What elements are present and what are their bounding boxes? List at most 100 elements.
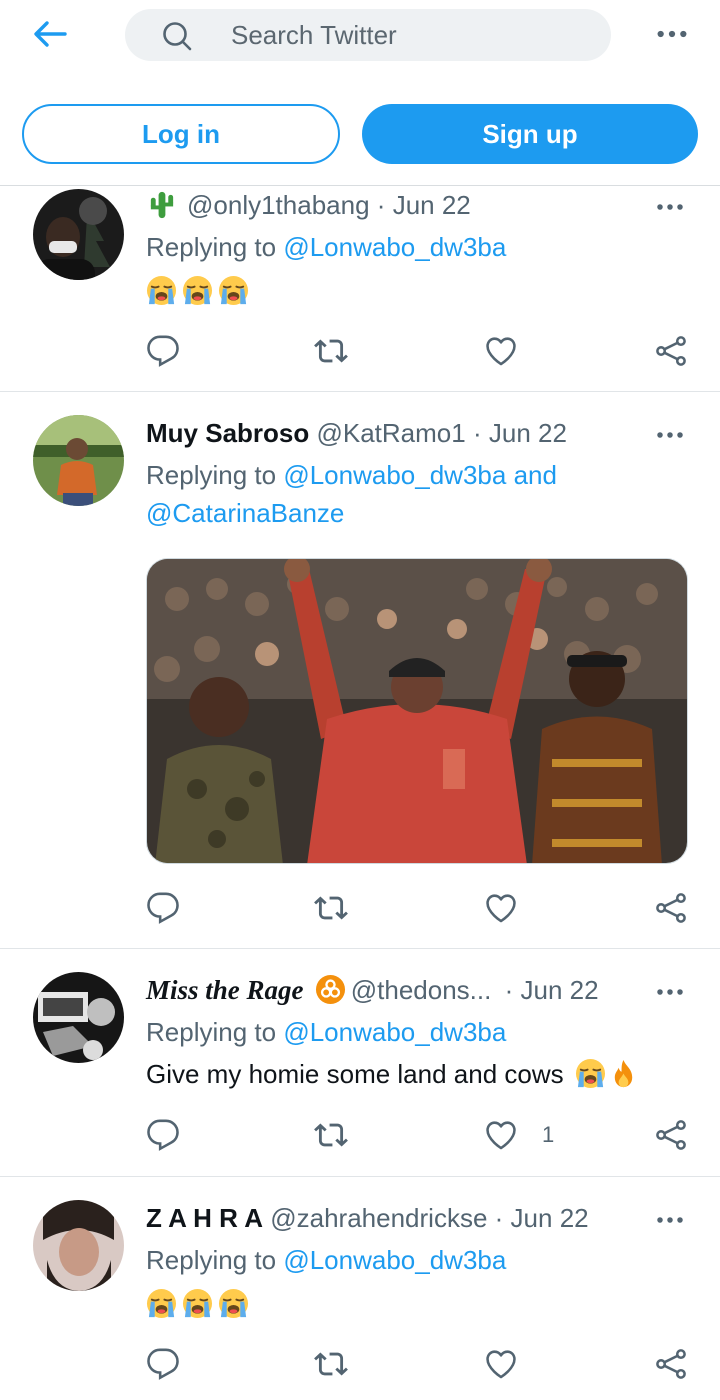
tweet-more-button[interactable] (650, 194, 690, 220)
share-icon (654, 334, 688, 368)
reply-button[interactable] (146, 1115, 180, 1155)
signup-button[interactable]: Sign up (362, 104, 698, 164)
replying-to: Replying to @Lonwabo_dw3ba (146, 230, 506, 264)
arrow-left-icon (34, 21, 67, 47)
tweet[interactable]: Z A H R A @zahrahendrickse · Jun 22 Repl… (0, 1177, 720, 1400)
retweet-icon (314, 334, 348, 368)
tweet-body: Give my homie some land and cows (146, 1059, 564, 1089)
loudly-crying-face-icon (182, 275, 213, 306)
handle[interactable]: @zahrahendrickse (270, 1203, 487, 1233)
avatar[interactable] (33, 415, 124, 506)
mention-link[interactable]: @CatarinaBanze (146, 498, 344, 528)
fire-icon (608, 1058, 639, 1089)
tweet-text: Give my homie some land and cows (146, 1057, 644, 1091)
mention-link[interactable]: @Lonwabo_dw3ba (283, 460, 506, 490)
like-button[interactable] (484, 1344, 518, 1384)
mention-link[interactable]: @Lonwabo_dw3ba (283, 232, 506, 262)
separator: · (472, 418, 482, 448)
avatar-image (33, 1200, 124, 1291)
reply-button[interactable] (146, 888, 180, 928)
avatar[interactable] (33, 972, 124, 1063)
separator: · (376, 190, 386, 220)
share-icon (654, 1118, 688, 1152)
replying-to-prefix: Replying to (146, 1245, 277, 1275)
more-horizontal-icon (655, 987, 685, 997)
reply-button[interactable] (146, 331, 180, 371)
retweet-button[interactable] (314, 331, 348, 371)
reply-icon (146, 334, 180, 368)
cactus-icon (146, 189, 177, 220)
avatar[interactable] (33, 1200, 124, 1291)
display-name[interactable]: Miss the Rage (146, 975, 304, 1005)
tweet-date[interactable]: Jun 22 (489, 418, 567, 448)
replying-to-prefix: Replying to (146, 460, 277, 490)
more-horizontal-icon (655, 430, 685, 440)
search-input[interactable] (231, 17, 591, 53)
handle[interactable]: @thedons... (351, 975, 492, 1005)
share-icon (654, 1347, 688, 1381)
replying-to-prefix: Replying to (146, 1017, 277, 1047)
search-icon (163, 22, 192, 51)
replying-to: Replying to @Lonwabo_dw3ba (146, 1015, 506, 1049)
tweet[interactable]: @only1thabang · Jun 22 Replying to @Lonw… (0, 186, 720, 392)
more-horizontal-icon (655, 202, 685, 212)
tweet-date[interactable]: Jun 22 (511, 1203, 589, 1233)
login-button[interactable]: Log in (22, 104, 340, 164)
tweet-more-button[interactable] (650, 979, 690, 1005)
like-icon (484, 891, 518, 925)
like-button[interactable] (484, 888, 518, 928)
handle[interactable]: @KatRamo1 (316, 418, 465, 448)
retweet-button[interactable] (314, 1344, 348, 1384)
share-icon (654, 891, 688, 925)
tweet[interactable]: Miss the Rage @thedons... · Jun 22 Reply… (0, 949, 720, 1177)
replying-to-continued: @CatarinaBanze (146, 496, 344, 530)
top-bar: Log in Sign up (0, 0, 720, 186)
retweet-button[interactable] (314, 1115, 348, 1155)
like-icon (484, 1347, 518, 1381)
reply-button[interactable] (146, 1344, 180, 1384)
avatar-image (33, 189, 124, 280)
display-name[interactable]: Muy Sabroso (146, 418, 309, 448)
retweet-button[interactable] (314, 888, 348, 928)
like-button[interactable]: 1 (484, 1115, 554, 1155)
share-button[interactable] (654, 888, 688, 928)
tweet-actions: 1 (146, 1115, 694, 1155)
tweet-date[interactable]: Jun 22 (521, 975, 599, 1005)
avatar-image (33, 972, 124, 1063)
avatar[interactable] (33, 189, 124, 280)
display-name[interactable]: Z A H R A (146, 1203, 263, 1233)
tweet-actions (146, 888, 694, 928)
separator: · (494, 1203, 504, 1233)
more-horizontal-icon (655, 28, 689, 40)
loudly-crying-face-icon (218, 275, 249, 306)
like-button[interactable] (484, 331, 518, 371)
share-button[interactable] (654, 331, 688, 371)
tweet-date[interactable]: Jun 22 (393, 190, 471, 220)
loudly-crying-face-icon (146, 1288, 177, 1319)
mention-link[interactable]: @Lonwabo_dw3ba (283, 1245, 506, 1275)
tweet-header: Z A H R A @zahrahendrickse · Jun 22 (146, 1201, 589, 1235)
retweet-icon (314, 1347, 348, 1381)
tweet-actions (146, 331, 694, 371)
loudly-crying-face-icon (218, 1288, 249, 1319)
tweet-media-photo[interactable] (146, 558, 688, 864)
tweet[interactable]: Muy Sabroso @KatRamo1 · Jun 22 Replying … (0, 392, 720, 949)
tweet-header: @only1thabang · Jun 22 (146, 188, 471, 222)
separator: · (504, 975, 514, 1005)
reply-icon (146, 891, 180, 925)
tweet-text (146, 1287, 254, 1321)
tweet-header: Muy Sabroso @KatRamo1 · Jun 22 (146, 416, 567, 450)
more-horizontal-icon (655, 1215, 685, 1225)
tweet-text (146, 274, 254, 308)
back-button[interactable] (28, 16, 72, 52)
reply-icon (146, 1118, 180, 1152)
handle[interactable]: @only1thabang (187, 190, 370, 220)
tweet-more-button[interactable] (650, 422, 690, 448)
search-box[interactable] (125, 9, 611, 61)
mention-link[interactable]: @Lonwabo_dw3ba (283, 1017, 506, 1047)
more-options-button[interactable] (650, 20, 694, 48)
share-button[interactable] (654, 1115, 688, 1155)
share-button[interactable] (654, 1344, 688, 1384)
loudly-crying-face-icon (146, 275, 177, 306)
tweet-more-button[interactable] (650, 1207, 690, 1233)
